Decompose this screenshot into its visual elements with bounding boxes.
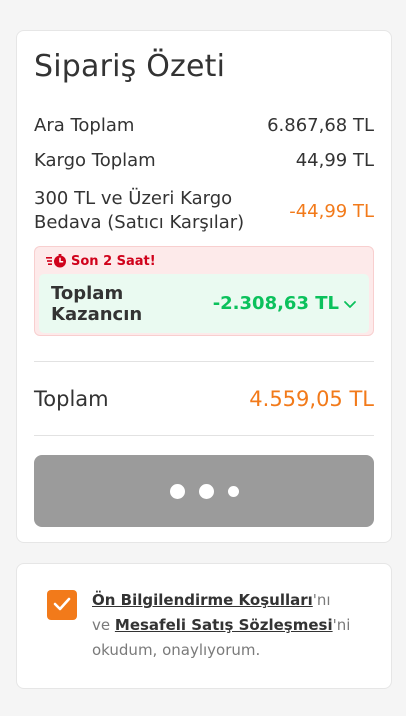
total-row: Toplam 4.559,05 TL: [34, 384, 374, 414]
free-cargo-value: -44,99 TL: [289, 200, 374, 222]
free-cargo-row: 300 TL ve Üzeri Kargo Bedava (Satıcı Kar…: [34, 187, 374, 235]
total-value: 4.559,05 TL: [249, 387, 374, 411]
confirm-order-button[interactable]: [34, 455, 374, 527]
promo-badge: Son 2 Saat!: [46, 252, 156, 270]
total-gain-toggle[interactable]: Toplam Kazancın -2.308,63 TL: [39, 274, 369, 333]
agreement-text: Ön Bilgilendirme Koşulları'nı ve Mesafel…: [92, 588, 352, 663]
loading-dot: [169, 483, 185, 499]
loading-dot: [227, 485, 239, 497]
preliminary-info-link[interactable]: Ön Bilgilendirme Koşulları: [92, 591, 313, 609]
cargo-row: Kargo Toplam 44,99 TL: [34, 148, 374, 172]
distance-sales-contract-link[interactable]: Mesafeli Satış Sözleşmesi: [115, 616, 333, 634]
agreement-checkbox[interactable]: [47, 590, 77, 620]
total-gain-value-wrap: -2.308,63 TL: [213, 293, 357, 314]
subtotal-row: Ara Toplam 6.867,68 TL: [34, 113, 374, 137]
agreement-card: Ön Bilgilendirme Koşulları'nı ve Mesafel…: [16, 563, 392, 689]
stopwatch-icon: [46, 254, 68, 268]
chevron-down-icon[interactable]: [343, 293, 357, 314]
total-label: Toplam: [34, 387, 109, 411]
subtotal-value: 6.867,68 TL: [267, 114, 374, 136]
divider: [34, 361, 374, 362]
promo-badge-text: Son 2 Saat!: [71, 253, 156, 269]
savings-box: Son 2 Saat! Toplam Kazancın -2.308,63 TL: [34, 246, 374, 336]
cargo-label: Kargo Toplam: [34, 149, 156, 171]
loading-dot: [198, 483, 214, 499]
order-summary-title: Sipariş Özeti: [34, 49, 226, 84]
divider: [34, 435, 374, 436]
order-summary-card: Sipariş Özeti Ara Toplam 6.867,68 TL Kar…: [16, 30, 392, 543]
subtotal-label: Ara Toplam: [34, 114, 135, 136]
cargo-value: 44,99 TL: [295, 149, 374, 171]
checkmark-icon: [53, 596, 71, 615]
total-gain-label: Toplam Kazancın: [51, 282, 143, 325]
free-cargo-label: 300 TL ve Üzeri Kargo Bedava (Satıcı Kar…: [34, 188, 245, 233]
total-gain-value: -2.308,63 TL: [212, 293, 339, 314]
